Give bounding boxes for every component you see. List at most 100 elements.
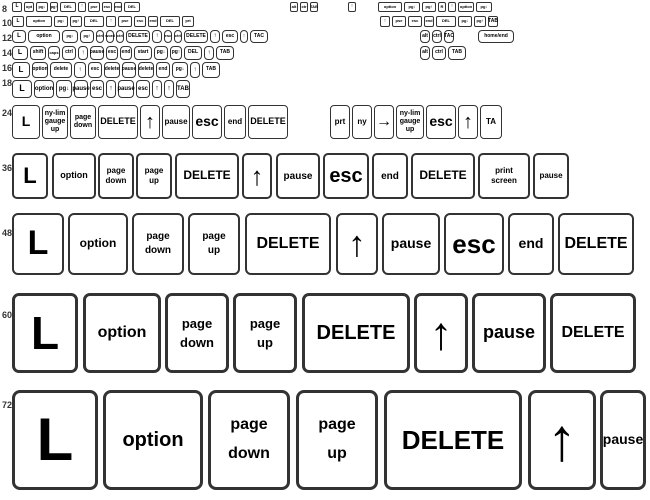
- key-esc-r16: esc: [88, 62, 102, 78]
- key-L-r14: L: [12, 46, 28, 60]
- key-up2-r8: ↑: [348, 2, 356, 12]
- key-esc-r48: esc: [444, 213, 504, 275]
- key-up-r72: ↑: [528, 390, 596, 490]
- key-pgdn2-r16: pg↓: [172, 62, 188, 78]
- key-arrow-r24: →: [374, 105, 394, 139]
- key-ctrl-r12-r: ctrl: [432, 30, 442, 43]
- key-L-r12: L: [12, 30, 26, 43]
- row-label-12: 12: [2, 33, 12, 43]
- key-up2-r18: ↑: [152, 80, 162, 98]
- key-ctrl-r14: ctrl: [62, 46, 76, 60]
- key-pgdn-r36: pagedown: [98, 153, 134, 199]
- key-option-r48: option: [68, 213, 128, 275]
- key-prt-r10: prt: [182, 16, 194, 27]
- key-up-r16: ↑: [74, 62, 86, 78]
- key-pgdn-r12: pg↓: [62, 30, 78, 43]
- key-L-r48: L: [12, 213, 64, 275]
- key-end-r48: end: [508, 213, 554, 275]
- key-pgdn3-r8: pg↓: [476, 2, 492, 12]
- key-ctrl2-r12: ctrl: [116, 30, 124, 43]
- key-pgup-r10: pg↑: [70, 16, 82, 27]
- key-pause2-r18: pause: [118, 80, 134, 98]
- key-option-r36: option: [52, 153, 96, 199]
- key-TAB-r12: TAC: [250, 30, 268, 43]
- key-esc-r36: esc: [323, 153, 369, 199]
- key-prt-r24: prt: [330, 105, 350, 139]
- key-nylim-r24: ny: [352, 105, 372, 139]
- key-pgdn4-r10: pg↓: [458, 16, 472, 27]
- key-tab2-r12: TAC: [444, 30, 454, 43]
- key-TAB-r16: TAB: [202, 62, 220, 78]
- key-alt-r12: alt: [420, 30, 430, 43]
- key-print-r36: printscreen: [478, 153, 530, 199]
- key-word-r12: word: [106, 30, 114, 43]
- key-del2-r48: DELETE: [558, 213, 634, 275]
- key-pgup-r8: pg↑: [50, 2, 58, 12]
- row-label-18: 18: [2, 78, 12, 88]
- key-pgup-r12: pg↑: [80, 30, 94, 43]
- key-up-r12: ↑: [152, 30, 162, 43]
- key-pause2-r36: pause: [533, 153, 569, 199]
- key-esc-r24: esc: [192, 105, 222, 139]
- key-del-r10: DEL: [84, 16, 104, 27]
- key-TAB-r14-r: TAB: [448, 46, 466, 60]
- key-pgup4-r10: pg↑: [474, 16, 486, 27]
- key-pause-r10: pse: [118, 16, 132, 27]
- key-up-r24: ↑: [140, 105, 160, 139]
- key-up-r8: ↑: [78, 2, 86, 12]
- key-pause-r10-r: pse: [392, 16, 406, 27]
- key-del2-r16: delete: [138, 62, 154, 78]
- key-pause-r14: pause: [90, 46, 104, 60]
- key-del-r14: DEL: [184, 46, 202, 60]
- key-ctrl-r8: ctr: [300, 2, 308, 12]
- key-pause-r18: pause: [74, 80, 88, 98]
- key-end-r24: end: [224, 105, 246, 139]
- key-L-r60: L: [12, 293, 78, 373]
- key-del-r8: DEL: [60, 2, 76, 12]
- key-up3-r12: ↑: [240, 30, 248, 43]
- key-esc-r10: esc: [134, 16, 146, 27]
- key-del-r72: DELETE: [384, 390, 522, 490]
- row-label-60: 60: [2, 310, 12, 320]
- key-L-r16: L: [12, 62, 30, 78]
- key-pgup-r48: pageup: [188, 213, 240, 275]
- key-pause-r24: pause: [162, 105, 190, 139]
- row-label-36: 36: [2, 163, 12, 173]
- row-label-48: 48: [2, 228, 12, 238]
- key-del2-r10: DEL: [160, 16, 180, 27]
- key-up2-r16: ↑: [190, 62, 200, 78]
- key-del2-r12: DELETE: [184, 30, 208, 43]
- key-pgup-r14: pg↑: [170, 46, 182, 60]
- key-TAB-r18: TAB: [176, 80, 190, 98]
- key-esc-r8: esc: [102, 2, 112, 12]
- key-end-r8: end: [114, 2, 122, 12]
- key-del-r16: delete: [104, 62, 120, 78]
- key-L-r8: L: [12, 2, 22, 12]
- key-option2-r8: option: [378, 2, 402, 12]
- key-end-r10-r: end: [424, 16, 434, 27]
- key-TA-r24: TA: [480, 105, 502, 139]
- key-up-r60: ↑: [414, 293, 468, 373]
- key-del2-r24: DELETE: [248, 105, 288, 139]
- key-option-r18: option: [34, 80, 54, 98]
- key-end-r14: end: [120, 46, 132, 60]
- key-pgdn-r60: pagedown: [165, 293, 229, 373]
- row-label-24: 24: [2, 108, 12, 118]
- key-L-r36: L: [12, 153, 48, 199]
- key-tab-r10: TAB: [488, 16, 498, 27]
- key-option-r24: ny-limgaugeup: [42, 105, 68, 139]
- key-ctrl3-r12: ctrl: [174, 30, 182, 43]
- key-pgdn-r72: pagedown: [208, 390, 290, 490]
- row-label-8: 8: [2, 4, 7, 14]
- key-up-r10-r: ↑: [380, 16, 390, 27]
- key-up-r36: ↑: [242, 153, 272, 199]
- key-pgdn-r10: pg↓: [54, 16, 68, 27]
- row-label-16: 16: [2, 63, 12, 73]
- key-pgdn-r48: pagedown: [132, 213, 184, 275]
- key-del2-r36: DELETE: [411, 153, 475, 199]
- key-pause-r16: pause: [122, 62, 136, 78]
- key-del-r12: DELETE: [126, 30, 150, 43]
- key-up2-r24: ↑: [458, 105, 478, 139]
- key-esc-r18: esc: [90, 80, 104, 98]
- key-up2-r12: ↑: [210, 30, 220, 43]
